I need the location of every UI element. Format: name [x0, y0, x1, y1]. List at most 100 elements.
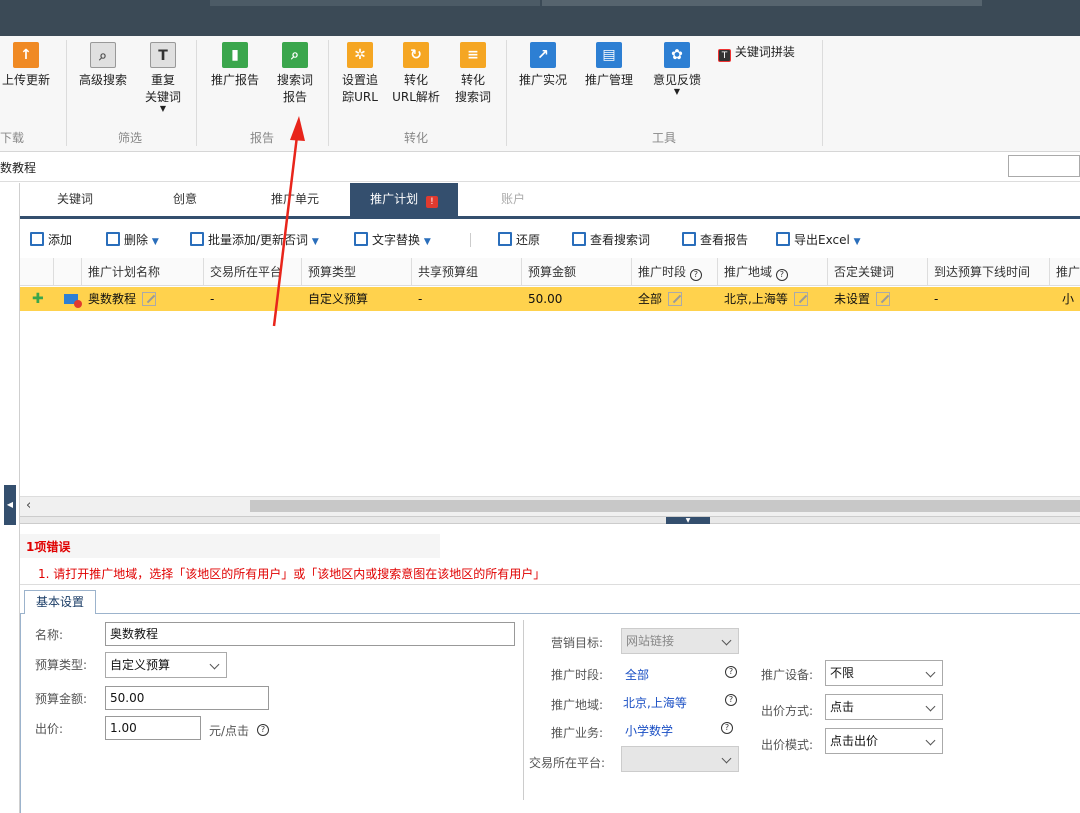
restore-icon [498, 232, 512, 246]
keyword-assemble-button[interactable]: T 关键词拼装 [718, 44, 818, 62]
schedule-link[interactable]: 全部 [625, 666, 649, 683]
cell-negative-keywords[interactable]: 未设置 [828, 287, 928, 311]
business-label: 推广业务: [551, 726, 604, 740]
duplicate-keywords-label: 重复 关键词 [144, 73, 181, 104]
view-search-label: 查看搜索词 [590, 233, 651, 247]
column-header-budget-offline-time[interactable]: 到达预算下线时间 [928, 258, 1050, 286]
toolbar-divider [470, 233, 471, 247]
region-link[interactable]: 北京,上海等 [623, 694, 687, 711]
cell-schedule-text: 全部 [638, 292, 663, 306]
promotion-report-button[interactable]: ▮ 推广报告 [206, 42, 264, 89]
device-label: 推广设备: [761, 668, 814, 682]
manage-icon: ▤ [596, 42, 622, 68]
schedule-header-label: 推广时段 [638, 265, 687, 279]
bid-unit-label: 元/点击 [209, 724, 250, 738]
name-label: 名称: [35, 628, 64, 642]
conversion-url-parse-button[interactable]: ↻ 转化 URL解析 [390, 42, 442, 106]
view-search-icon [572, 232, 586, 246]
conversion-search-term-button[interactable]: ≡ 转化 搜索词 [448, 42, 498, 106]
collapse-left-handle[interactable]: ◀ [4, 485, 16, 525]
tab-campaign[interactable]: 推广计划 ! [350, 183, 458, 216]
scrollbar-thumb[interactable] [250, 500, 1080, 512]
cell-negative-text: 未设置 [834, 292, 871, 306]
add-button[interactable]: 添加 [30, 231, 72, 248]
expand-plus-icon[interactable]: ✚ [26, 287, 50, 311]
tab-account[interactable]: 账户 [458, 183, 568, 216]
help-icon[interactable]: ? [725, 666, 737, 678]
live-promotion-button[interactable]: ↗ 推广实况 [514, 42, 572, 89]
help-icon[interactable]: ? [775, 269, 788, 281]
error-message-row[interactable]: 1. 请打开推广地域，选择「该地区的所有用户」或「该地区内或搜索意图在该地区的所… [20, 561, 1080, 585]
business-link[interactable]: 小学数学 [625, 722, 673, 739]
budget-amount-input[interactable]: 50.00 [105, 686, 269, 710]
search-term-report-button[interactable]: ⌕ 搜索词 报告 [270, 42, 320, 106]
left-collapsed-pane: ◀ [0, 183, 20, 813]
trash-icon [106, 232, 120, 246]
panel-splitter[interactable]: ▼ [20, 516, 1080, 524]
help-icon[interactable]: ? [721, 722, 733, 734]
view-report-button[interactable]: 查看报告 [682, 231, 748, 248]
bid-mode-select[interactable]: 点击出价 [825, 728, 943, 754]
column-header-budget-amount[interactable]: 预算金额 [522, 258, 632, 286]
help-icon[interactable]: ? [689, 269, 702, 281]
view-search-terms-button[interactable]: 查看搜索词 [572, 231, 650, 248]
collapse-down-icon[interactable]: ▼ [666, 517, 710, 524]
batch-negative-button[interactable]: 批量添加/更新否词 ▼ [190, 231, 319, 248]
cell-budget-amount: 50.00 [528, 292, 563, 306]
help-icon[interactable]: ? [725, 694, 737, 706]
edit-icon[interactable] [142, 292, 157, 306]
edit-icon[interactable] [876, 292, 891, 306]
device-select[interactable]: 不限 [825, 660, 943, 686]
column-header-shared-budget[interactable]: 共享预算组 [412, 258, 522, 286]
search-input[interactable] [1008, 155, 1080, 177]
add-label: 添加 [48, 233, 73, 247]
edit-icon[interactable] [793, 292, 808, 306]
column-header-negative-keywords[interactable]: 否定关键词 [828, 258, 928, 286]
goal-label: 营销目标: [551, 636, 604, 650]
text-replace-button[interactable]: 文字替换 ▼ [354, 231, 431, 248]
horizontal-scrollbar[interactable]: ‹ [20, 496, 1080, 516]
conversion-url-parse-label: 转化 URL解析 [392, 73, 440, 104]
cell-schedule[interactable]: 全部 [632, 287, 718, 311]
column-header-budget-type[interactable]: 预算类型 [302, 258, 412, 286]
error-message: 1. 请打开推广地域，选择「该地区的所有用户」或「该地区内或搜索意图在该地区的所… [38, 567, 546, 581]
refresh-icon: ↻ [403, 42, 429, 68]
cell-name[interactable]: 奥数教程 [82, 287, 204, 311]
bid-method-select[interactable]: 点击 [825, 694, 943, 720]
tab-ad-group[interactable]: 推广单元 [240, 183, 350, 216]
help-icon[interactable]: ? [257, 724, 269, 736]
cell-region[interactable]: 北京,上海等 [718, 287, 828, 311]
bid-input[interactable]: 1.00 [105, 716, 201, 740]
level-tabs: 关键词 创意 推广单元 推广计划 ! 账户 [20, 183, 1080, 219]
tracking-url-button[interactable]: ✲ 设置追 踪URL [336, 42, 384, 106]
export-excel-button[interactable]: 导出Excel ▼ [776, 231, 861, 248]
column-header-promo[interactable]: 推广 [1050, 258, 1080, 286]
schedule-label: 推广时段: [551, 668, 604, 682]
table-row[interactable]: ✚ 奥数教程 - 自定义预算 - 50.00 全部 北京,上海等 未设置 - 小 [20, 287, 1080, 311]
delete-label: 删除 [124, 233, 149, 247]
chevron-down-icon: ▼ [853, 237, 861, 247]
column-header-region[interactable]: 推广地域 ? [718, 258, 828, 286]
tab-creative[interactable]: 创意 [130, 183, 240, 216]
column-header-platform[interactable]: 交易所在平台 [204, 258, 302, 286]
promotion-management-button[interactable]: ▤ 推广管理 [580, 42, 638, 89]
name-input[interactable]: 奥数教程 [105, 622, 515, 646]
edit-icon[interactable] [668, 292, 683, 306]
restore-button[interactable]: 还原 [498, 231, 540, 248]
budget-type-select[interactable]: 自定义预算 [105, 652, 227, 678]
tab-basic-settings[interactable]: 基本设置 [24, 590, 96, 615]
tab-keywords[interactable]: 关键词 [20, 183, 130, 216]
duplicate-keywords-button[interactable]: T 重复 关键词 ▼ [136, 42, 190, 113]
delete-button[interactable]: 删除 ▼ [106, 231, 159, 248]
scroll-left-arrow-icon[interactable]: ‹ [26, 498, 31, 513]
group-label-report: 报告 [249, 131, 274, 145]
error-header: 1项错误 [20, 534, 440, 558]
column-header-name[interactable]: 推广计划名称 [82, 258, 204, 286]
feedback-button[interactable]: ✿ 意见反馈 ▼ [646, 42, 708, 96]
column-header-schedule[interactable]: 推广时段 ? [632, 258, 718, 286]
search-report-icon: ⌕ [282, 42, 308, 68]
restore-label: 还原 [516, 233, 541, 247]
advanced-search-button[interactable]: ⌕ 高级搜索 [74, 42, 132, 89]
tracking-url-label: 设置追 踪URL [341, 73, 378, 104]
upload-update-button[interactable]: ↑ 上传更新 [0, 42, 56, 89]
